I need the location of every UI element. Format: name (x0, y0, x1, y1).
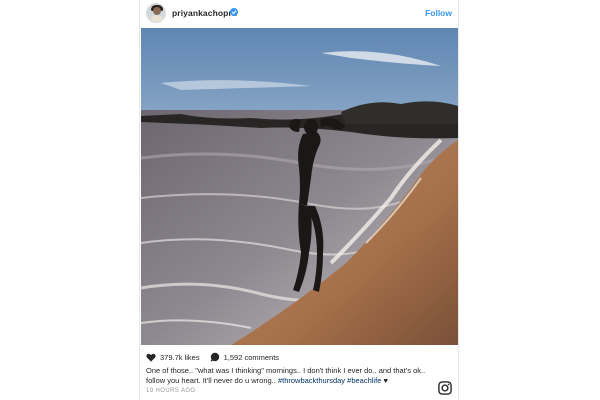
username-link[interactable]: priyankachopra (172, 8, 237, 18)
post-photo[interactable] (141, 28, 458, 345)
post-caption: One of those.. "what was I thinking" mor… (146, 366, 431, 386)
post-timestamp[interactable]: 19 HOURS AGO (146, 388, 195, 394)
instagram-embed-card: priyankachopra Follow 379.7k likes 1,592… (139, 0, 459, 400)
instagram-logo-icon[interactable] (438, 381, 452, 395)
likes-label: 379.7k likes (160, 352, 200, 362)
comment-count[interactable]: 1,592 comments (210, 352, 279, 362)
comment-bubble-icon[interactable] (210, 352, 220, 362)
hashtag-link[interactable]: #beachlife (347, 376, 381, 385)
comments-label: 1,592 comments (223, 352, 280, 362)
profile-avatar[interactable] (146, 3, 166, 23)
hashtag-link[interactable]: #throwbackthursday (278, 376, 345, 385)
like-count[interactable]: 379.7k likes (146, 353, 200, 362)
caption-heart: ♥ (383, 376, 388, 385)
post-actions: 379.7k likes 1,592 comments (146, 351, 289, 363)
follow-button[interactable]: Follow (425, 8, 452, 18)
post-header: priyankachopra Follow (140, 0, 458, 28)
heart-icon[interactable] (146, 353, 156, 362)
verified-badge-icon (230, 8, 238, 16)
